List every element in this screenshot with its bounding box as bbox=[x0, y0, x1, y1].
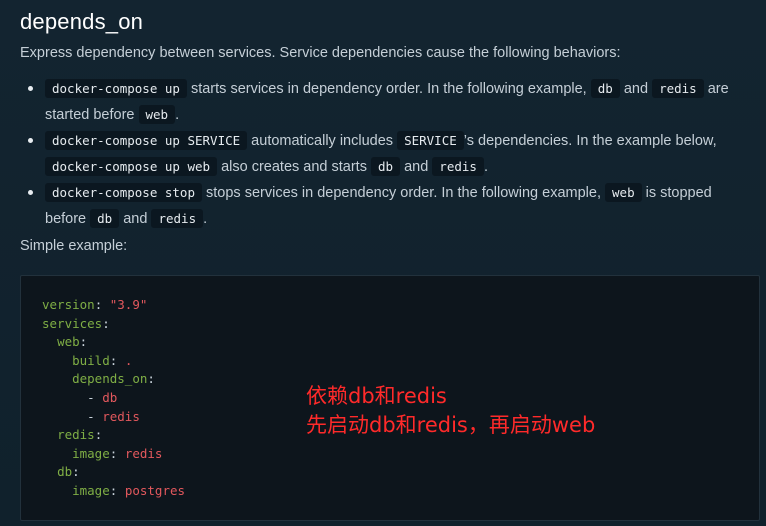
list-item: docker-compose stop stops services in de… bbox=[20, 180, 744, 232]
code-line: image: redis bbox=[72, 446, 163, 461]
code-line: services: bbox=[42, 316, 110, 331]
annotation-line-1: 依赖db和redis bbox=[306, 384, 447, 408]
inline-code: web bbox=[138, 105, 176, 124]
code-line: - redis bbox=[42, 409, 140, 424]
inline-code: docker-compose up bbox=[45, 79, 187, 98]
simple-example-label: Simple example: bbox=[20, 238, 128, 254]
bullet-dot-icon bbox=[28, 86, 33, 91]
inline-code: SERVICE bbox=[397, 131, 464, 150]
text: . bbox=[483, 159, 488, 175]
bullet-dot-icon bbox=[28, 190, 33, 195]
section-heading: depends_on bbox=[20, 9, 144, 34]
text: also creates and starts bbox=[217, 159, 371, 175]
inline-code: db bbox=[370, 157, 401, 176]
code-block[interactable]: version: "3.9" services: web: build: . d… bbox=[20, 275, 760, 521]
list-item: docker-compose up SERVICE automatically … bbox=[20, 128, 744, 180]
inline-code: redis bbox=[652, 79, 704, 98]
code-line: - db bbox=[42, 390, 118, 405]
behavior-list: docker-compose up starts services in dep… bbox=[20, 76, 744, 232]
inline-code: redis bbox=[432, 157, 484, 176]
text: and bbox=[119, 211, 152, 227]
intro-text: Express dependency between services. Ser… bbox=[20, 45, 621, 61]
inline-code: web bbox=[605, 183, 642, 202]
text: starts services in dependency order. In … bbox=[186, 81, 591, 97]
text: and bbox=[400, 159, 433, 175]
code-line: version: "3.9" bbox=[42, 297, 148, 312]
text: ’s dependencies. In the example below, bbox=[463, 133, 717, 149]
inline-code: docker-compose up web bbox=[45, 157, 218, 176]
text: stops services in dependency order. In t… bbox=[202, 185, 606, 201]
code-line: web: bbox=[57, 334, 88, 349]
inline-code: docker-compose up SERVICE bbox=[45, 131, 248, 150]
inline-code: db bbox=[90, 209, 120, 228]
code-line: build: . bbox=[72, 353, 133, 368]
text: . bbox=[175, 107, 180, 123]
list-item: docker-compose up starts services in dep… bbox=[20, 76, 744, 128]
inline-code: docker-compose stop bbox=[45, 183, 202, 202]
code-line: image: postgres bbox=[72, 483, 186, 498]
inline-code: db bbox=[590, 79, 620, 98]
code-line: depends_on: bbox=[72, 371, 155, 386]
text: . bbox=[203, 211, 208, 227]
code-line: redis: bbox=[57, 427, 103, 442]
inline-code: redis bbox=[151, 209, 204, 228]
text: and bbox=[619, 81, 653, 97]
annotation-line-2: 先启动db和redis，再启动web bbox=[306, 413, 596, 437]
code-line: db: bbox=[57, 464, 80, 479]
bullet-dot-icon bbox=[28, 138, 33, 143]
text: automatically includes bbox=[247, 133, 398, 149]
